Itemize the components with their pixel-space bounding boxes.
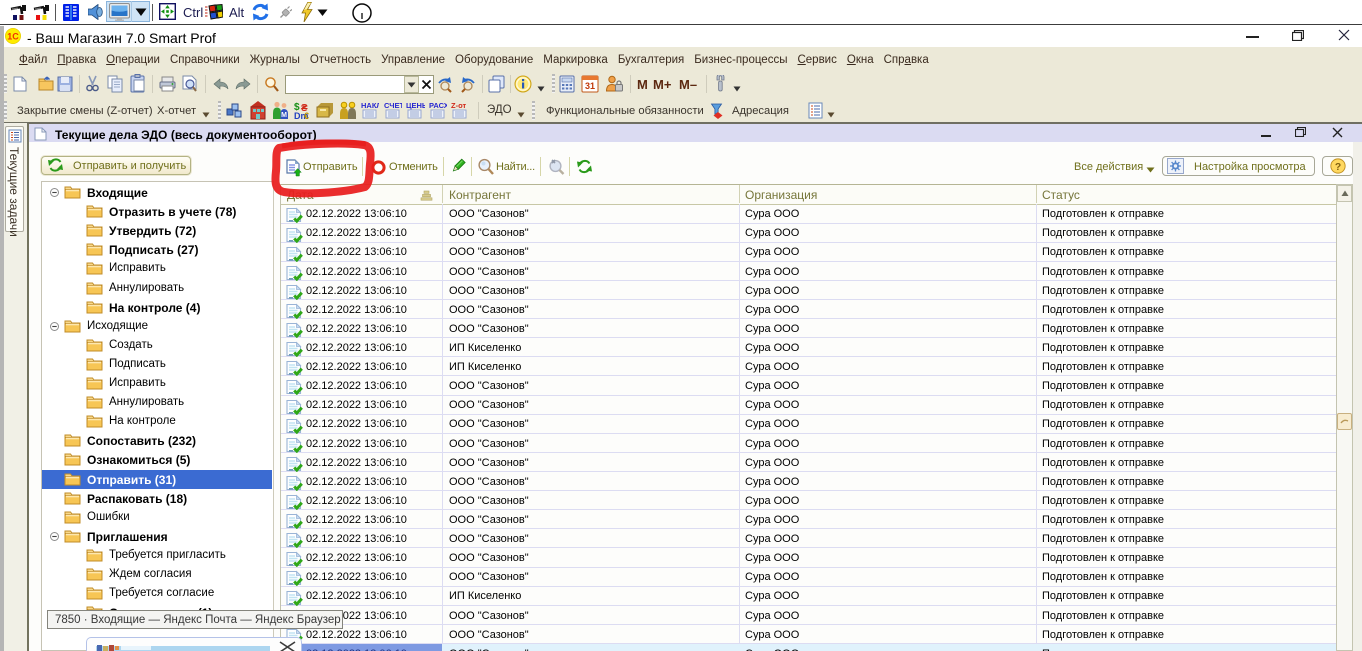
svg-text:€: € [304, 111, 309, 120]
svg-text:Z-от: Z-от [451, 101, 466, 110]
svg-text:НАКЛ: НАКЛ [361, 101, 379, 110]
svg-text:РАСХ: РАСХ [429, 101, 447, 110]
svg-text:СЧЕТ: СЧЕТ [384, 101, 402, 110]
svg-text:?: ? [1335, 162, 1341, 173]
svg-text:ЦЕНЫ: ЦЕНЫ [406, 101, 425, 110]
svg-text:М: М [281, 112, 287, 119]
svg-text:31: 31 [585, 81, 595, 91]
svg-text:1С: 1С [7, 32, 19, 42]
